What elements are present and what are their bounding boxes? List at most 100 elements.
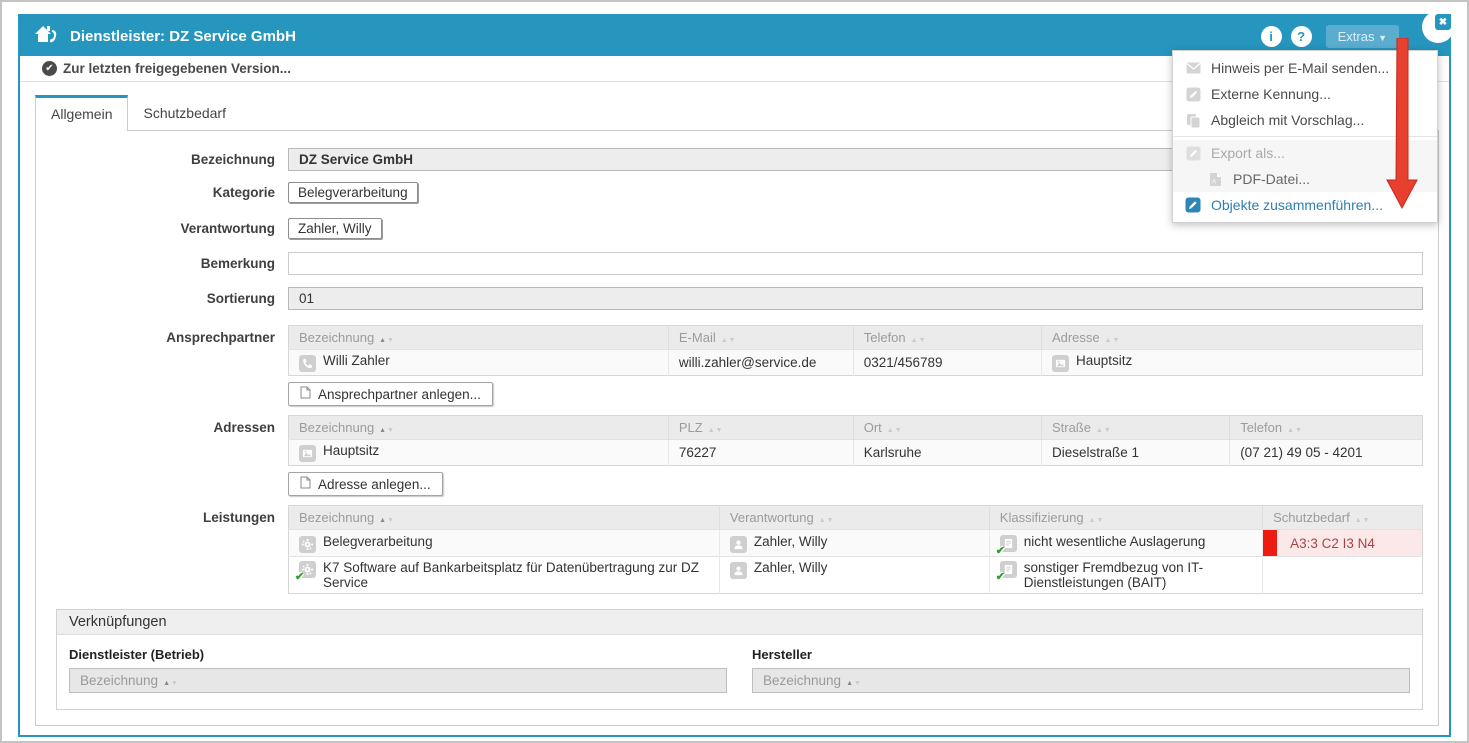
extras-button[interactable]: Extras ▼ (1326, 25, 1399, 48)
col-header[interactable]: Straße▲▼ (1041, 416, 1229, 440)
menu-item-externe-kennung[interactable]: Externe Kennung... (1173, 81, 1437, 107)
sort-icon: ▲▼ (846, 680, 862, 687)
ansprechpartner-label: Ansprechpartner (36, 325, 288, 345)
menu-item-pdf-datei[interactable]: A PDF-Datei... (1173, 166, 1437, 192)
bezeichnung-label: Bezeichnung (36, 152, 288, 167)
edit-icon (1185, 86, 1201, 102)
sort-icon: ▲▼ (1096, 427, 1112, 434)
sort-icon: ▲▼ (911, 337, 927, 344)
verantwortung-chip[interactable]: Zahler, Willy (288, 218, 382, 239)
menu-item-export-als: Export als... (1173, 140, 1437, 166)
tab-schutzbedarf[interactable]: Schutzbedarf (128, 95, 241, 130)
col-header[interactable]: PLZ▲▼ (668, 416, 853, 440)
export-icon (1185, 145, 1201, 161)
menu-item-abgleich-vorschlag[interactable]: Abgleich mit Vorschlag... (1173, 107, 1437, 133)
sort-icon: ▲▼ (1105, 337, 1121, 344)
service-provider-icon (34, 22, 60, 51)
sort-icon: ▲▼ (887, 427, 903, 434)
risk-level-block (1263, 530, 1277, 556)
tab-allgemein[interactable]: Allgemein (35, 95, 128, 131)
last-released-version-link[interactable]: Zur letzten freigegebenen Version... (63, 61, 291, 76)
sort-icon: ▲▼ (379, 337, 395, 344)
kategorie-chip[interactable]: Belegverarbeitung (288, 182, 418, 203)
pdf-file-icon: A (1207, 171, 1223, 187)
screen: Dienstleister: DZ Service GmbH i ? Extra… (0, 0, 1469, 743)
green-check-icon: ✔ (996, 544, 1005, 557)
extras-menu: Hinweis per E-Mail senden... Externe Ken… (1172, 50, 1438, 223)
col-header[interactable]: E-Mail▲▼ (668, 326, 853, 350)
dialog-title: Dienstleister: DZ Service GmbH (70, 28, 296, 45)
ansprechpartner-anlegen-button[interactable]: Ansprechpartner anlegen... (288, 382, 493, 406)
adressen-label: Adressen (36, 415, 288, 435)
merge-icon (1185, 197, 1201, 213)
sortierung-field[interactable]: 01 (288, 287, 1423, 310)
close-button-backdrop: ✖ (1422, 11, 1454, 43)
ansprechpartner-table: Bezeichnung▲▼ E-Mail▲▼ Telefon▲▼ Adresse… (288, 325, 1423, 376)
svg-text:A: A (1212, 179, 1216, 185)
table-row[interactable]: ✔K7 Software auf Bankarbeitsplatz für Da… (289, 557, 1423, 594)
sort-icon: ▲▼ (379, 517, 395, 524)
schutzbedarf-cell: A3:3 C2 I3 N4 (1263, 530, 1423, 557)
menu-item-objekte-zusammenfuehren[interactable]: Objekte zusammenführen... (1173, 192, 1437, 218)
col-header[interactable]: Ort▲▼ (853, 416, 1041, 440)
envelope-icon (1185, 60, 1201, 76)
info-icon[interactable]: i (1261, 26, 1282, 47)
new-document-icon (300, 476, 311, 492)
table-row[interactable]: Hauptsitz 76227 Karlsruhe Dieselstraße 1… (289, 440, 1423, 466)
service-gear-icon: ✔ (299, 561, 316, 578)
menu-separator (1173, 136, 1437, 137)
person-icon (730, 562, 747, 579)
leistungen-label: Leistungen (36, 505, 288, 525)
classification-icon: ✔ (1000, 561, 1017, 578)
service-gear-icon (299, 536, 316, 553)
phone-icon (299, 355, 316, 372)
bemerkung-input[interactable] (288, 252, 1423, 275)
col-header[interactable]: Bezeichnung▲▼ (289, 416, 669, 440)
close-icon[interactable]: ✖ (1435, 14, 1451, 30)
sortierung-label: Sortierung (36, 291, 288, 306)
dienstleister-betrieb-table-header[interactable]: Bezeichnung▲▼ (69, 668, 727, 693)
dienstleister-dialog: Dienstleister: DZ Service GmbH i ? Extra… (18, 14, 1451, 737)
dienstleister-betrieb-label: Dienstleister (Betrieb) (69, 647, 727, 662)
col-header[interactable]: Telefon▲▼ (1230, 416, 1423, 440)
col-header[interactable]: Telefon▲▼ (853, 326, 1041, 350)
classification-icon: ✔ (1000, 535, 1017, 552)
chevron-down-icon: ▼ (1378, 33, 1387, 43)
green-check-icon: ✔ (996, 570, 1005, 583)
sort-icon: ▲▼ (163, 680, 179, 687)
sort-icon: ▲▼ (708, 427, 724, 434)
green-check-icon: ✔ (295, 570, 304, 583)
leistungen-table: Bezeichnung▲▼ Verantwortung▲▼ Klassifizi… (288, 505, 1423, 594)
sort-icon: ▲▼ (819, 517, 835, 524)
address-icon (299, 445, 316, 462)
hersteller-table-header[interactable]: Bezeichnung▲▼ (752, 668, 1410, 693)
adresse-anlegen-button[interactable]: Adresse anlegen... (288, 472, 443, 496)
verknuepfungen-section: Verknüpfungen Dienstleister (Betrieb) Be… (56, 609, 1423, 710)
table-row[interactable]: Willi Zahler willi.zahler@service.de 032… (289, 350, 1423, 376)
verknuepfungen-title: Verknüpfungen (57, 610, 1422, 635)
sort-icon: ▲▼ (1287, 427, 1303, 434)
hersteller-label: Hersteller (752, 647, 1410, 662)
person-icon (730, 536, 747, 553)
sort-icon: ▲▼ (379, 427, 395, 434)
col-header[interactable]: Adresse▲▼ (1041, 326, 1422, 350)
copy-icon (1185, 112, 1201, 128)
kategorie-label: Kategorie (36, 185, 288, 200)
sort-icon: ▲▼ (1089, 517, 1105, 524)
col-header[interactable]: Bezeichnung▲▼ (289, 326, 669, 350)
sort-icon: ▲▼ (721, 337, 737, 344)
col-header[interactable]: Bezeichnung▲▼ (289, 506, 720, 530)
check-circle-icon: ✔ (42, 61, 57, 76)
col-header[interactable]: Klassifizierung▲▼ (989, 506, 1262, 530)
table-row[interactable]: Belegverarbeitung Zahler, Willy ✔nicht w… (289, 530, 1423, 557)
address-icon (1052, 355, 1069, 372)
sort-icon: ▲▼ (1355, 517, 1371, 524)
adressen-table: Bezeichnung▲▼ PLZ▲▼ Ort▲▼ Straße▲▼ Telef… (288, 415, 1423, 466)
new-document-icon (300, 386, 311, 402)
col-header[interactable]: Verantwortung▲▼ (719, 506, 989, 530)
verantwortung-label: Verantwortung (36, 221, 288, 236)
menu-item-hinweis-email[interactable]: Hinweis per E-Mail senden... (1173, 55, 1437, 81)
col-header[interactable]: Schutzbedarf▲▼ (1263, 506, 1423, 530)
bemerkung-label: Bemerkung (36, 256, 288, 271)
help-icon[interactable]: ? (1291, 26, 1312, 47)
